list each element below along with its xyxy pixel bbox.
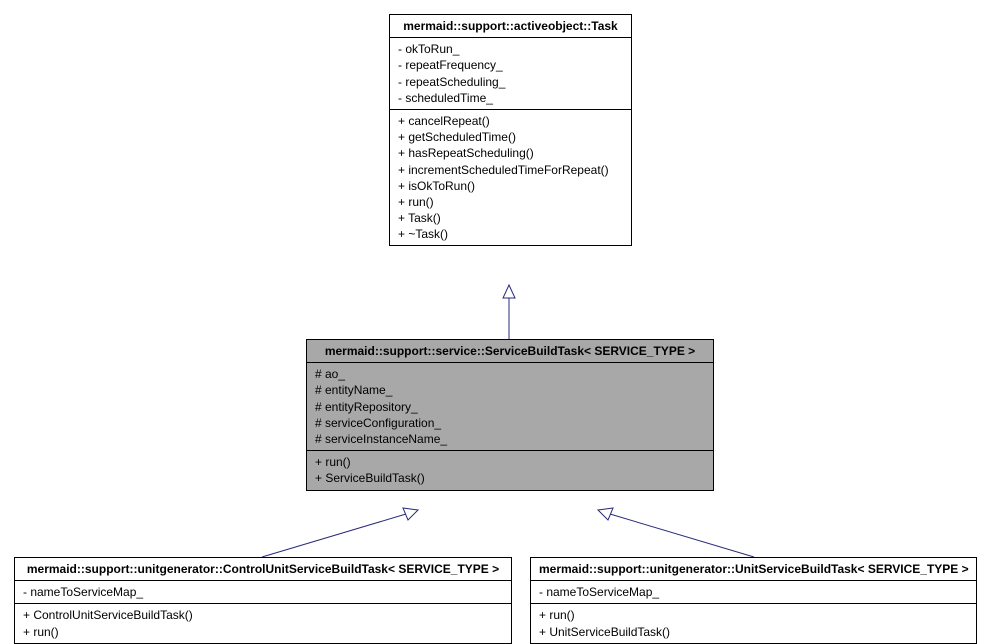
class-unitservicebuildtask[interactable]: mermaid::support::unitgenerator::UnitSer… [530,557,977,644]
class-attributes: - nameToServiceMap_ [15,581,511,604]
class-servicebuildtask[interactable]: mermaid::support::service::ServiceBuildT… [306,339,714,491]
uml-class-diagram: mermaid::support::activeobject::Task - o… [10,10,979,633]
class-title: mermaid::support::unitgenerator::UnitSer… [531,558,976,581]
class-attributes: # ao_ # entityName_ # entityRepository_ … [307,363,713,451]
class-methods: + run() + UnitServiceBuildTask() [531,604,976,642]
class-methods: + run() + ServiceBuildTask() [307,451,713,489]
class-methods: + ControlUnitServiceBuildTask() + run() [15,604,511,642]
class-title: mermaid::support::activeobject::Task [390,15,631,38]
class-title: mermaid::support::service::ServiceBuildT… [307,340,713,363]
class-attributes: - nameToServiceMap_ [531,581,976,604]
class-methods: + cancelRepeat() + getScheduledTime() + … [390,110,631,246]
class-task[interactable]: mermaid::support::activeobject::Task - o… [389,14,632,246]
class-title: mermaid::support::unitgenerator::Control… [15,558,511,581]
class-controlunitservicebuildtask[interactable]: mermaid::support::unitgenerator::Control… [14,557,512,644]
class-attributes: - okToRun_ - repeatFrequency_ - repeatSc… [390,38,631,110]
